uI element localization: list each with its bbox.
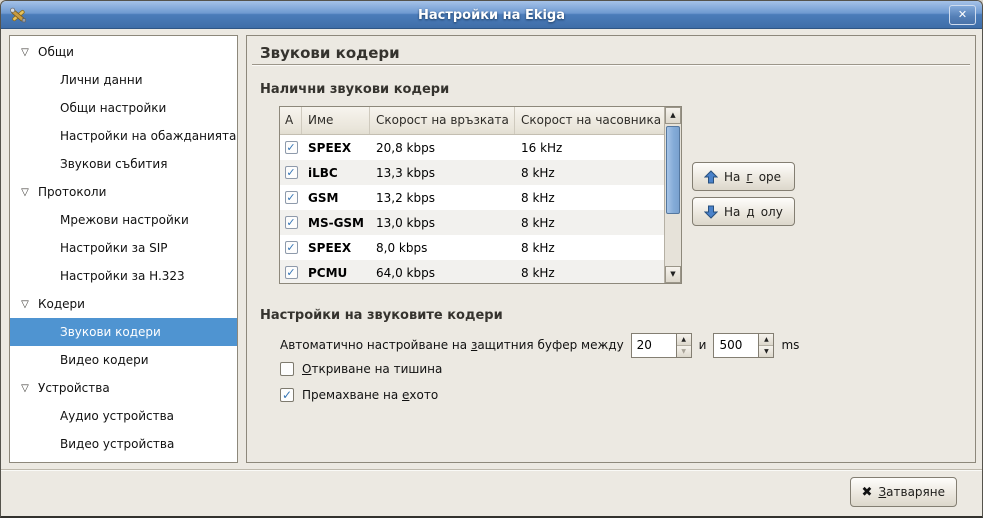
sidebar-item-protocols[interactable]: ▽Протоколи	[10, 178, 237, 206]
spin-up-icon[interactable]: ▲	[759, 334, 773, 346]
unit-label: ms	[781, 338, 799, 352]
codec-checkbox[interactable]: ✓	[285, 241, 298, 254]
echo-cancellation-checkbox[interactable]: ✓	[280, 388, 294, 402]
and-label: и	[699, 338, 707, 352]
expander-icon[interactable]: ▽	[18, 299, 32, 310]
table-row[interactable]: ✓ GSM 13,2 kbps 8 kHz	[280, 185, 664, 210]
codec-checkbox[interactable]: ✓	[285, 141, 298, 154]
expander-icon[interactable]: ▽	[18, 383, 32, 394]
silence-detection-checkbox[interactable]	[280, 362, 294, 376]
sidebar-item-h323-settings[interactable]: Настройки за H.323	[10, 262, 237, 290]
footer-divider	[1, 469, 982, 471]
window-title: Настройки на Ekiga	[1, 1, 982, 29]
close-button[interactable]: ✖ Затваряне	[850, 477, 957, 507]
up-arrow-icon	[704, 170, 718, 184]
codec-checkbox[interactable]: ✓	[285, 166, 298, 179]
titlebar[interactable]: Настройки на Ekiga ✕	[1, 1, 982, 29]
expander-icon[interactable]: ▽	[18, 47, 32, 58]
table-row[interactable]: ✓ SPEEX 20,8 kbps 16 kHz	[280, 135, 664, 160]
available-codecs-heading: Налични звукови кодери	[260, 82, 449, 97]
sidebar-item-audio-devices[interactable]: Аудио устройства	[10, 402, 237, 430]
sidebar-item-video-devices[interactable]: Видео устройства	[10, 430, 237, 458]
codec-table: А Име Скорост на връзката Скорост на час…	[279, 106, 682, 284]
close-x-icon: ✖	[862, 485, 873, 500]
table-row[interactable]: ✓ PCMU 64,0 kbps 8 kHz	[280, 260, 664, 283]
codec-checkbox[interactable]: ✓	[285, 266, 298, 279]
sidebar-item-general[interactable]: ▽Общи	[10, 38, 237, 66]
jitter-min-spinbox[interactable]: 20 ▲ ▼	[631, 333, 692, 358]
spin-down-icon[interactable]: ▼	[677, 346, 691, 357]
table-row[interactable]: ✓ iLBC 13,3 kbps 8 kHz	[280, 160, 664, 185]
sidebar-item-devices[interactable]: ▽Устройства	[10, 374, 237, 402]
column-header-bitrate[interactable]: Скорост на връзката	[370, 107, 515, 134]
echo-cancellation-row[interactable]: ✓ Премахване на ехото	[280, 388, 438, 402]
sidebar-item-codecs[interactable]: ▽Кодери	[10, 290, 237, 318]
column-header-clockrate[interactable]: Скорост на часовника	[515, 107, 681, 134]
column-header-name[interactable]: Име	[302, 107, 370, 134]
spin-down-icon[interactable]: ▼	[759, 346, 773, 357]
preferences-dialog: Настройки на Ekiga ✕ ▽Общи Лични данни О…	[0, 0, 983, 518]
table-row[interactable]: ✓ SPEEX 8,0 kbps 8 kHz	[280, 235, 664, 260]
jitter-max-value[interactable]: 500	[714, 334, 758, 357]
sidebar-item-video-codecs[interactable]: Видео кодери	[10, 346, 237, 374]
echo-cancellation-label: Премахване на ехото	[302, 388, 438, 402]
move-up-button[interactable]: Нагоре	[692, 162, 795, 191]
sidebar-item-call-options[interactable]: Настройки на обажданията	[10, 122, 237, 150]
preferences-tree: ▽Общи Лични данни Общи настройки Настрой…	[9, 35, 238, 463]
silence-detection-row[interactable]: Откриване на тишина	[280, 362, 442, 376]
scroll-up-icon[interactable]: ▲	[665, 107, 681, 124]
scrollbar-thumb[interactable]	[666, 126, 680, 214]
sidebar-item-general-settings[interactable]: Общи настройки	[10, 94, 237, 122]
jitter-max-spinbox[interactable]: 500 ▲ ▼	[713, 333, 774, 358]
sidebar-item-sip-settings[interactable]: Настройки за SIP	[10, 234, 237, 262]
page-title: Звукови кодери	[260, 44, 400, 62]
codec-checkbox[interactable]: ✓	[285, 191, 298, 204]
silence-detection-label: Откриване на тишина	[302, 362, 442, 376]
close-icon: ✕	[958, 8, 967, 21]
audio-codecs-page: Звукови кодери Налични звукови кодери А …	[246, 35, 976, 463]
sidebar-item-network-settings[interactable]: Мрежови настройки	[10, 206, 237, 234]
vertical-scrollbar[interactable]: ▲ ▼	[664, 107, 681, 283]
sidebar-item-sound-events[interactable]: Звукови събития	[10, 150, 237, 178]
divider	[252, 64, 970, 66]
window-close-button[interactable]: ✕	[949, 5, 976, 25]
expander-icon[interactable]: ▽	[18, 187, 32, 198]
column-header-active[interactable]: А	[280, 107, 302, 134]
sidebar-item-audio-codecs[interactable]: Звукови кодери	[10, 318, 237, 346]
table-row[interactable]: ✓ MS-GSM 13,0 kbps 8 kHz	[280, 210, 664, 235]
sidebar-item-personal-data[interactable]: Лични данни	[10, 66, 237, 94]
codec-table-body: ✓ SPEEX 20,8 kbps 16 kHz ✓ iLBC 13,3 kbp…	[280, 135, 664, 283]
down-arrow-icon	[704, 205, 718, 219]
move-down-button[interactable]: Надолу	[692, 197, 795, 226]
scroll-down-icon[interactable]: ▼	[665, 266, 681, 283]
codec-settings-heading: Настройки на звуковите кодери	[260, 308, 503, 323]
spin-up-icon[interactable]: ▲	[677, 334, 691, 346]
jitter-min-value[interactable]: 20	[632, 334, 676, 357]
codec-table-header: А Име Скорост на връзката Скорост на час…	[280, 107, 681, 135]
codec-checkbox[interactable]: ✓	[285, 216, 298, 229]
close-button-label: Затваряне	[878, 485, 945, 499]
jitter-buffer-label: Автоматично настройване на защитния буфе…	[280, 338, 624, 352]
